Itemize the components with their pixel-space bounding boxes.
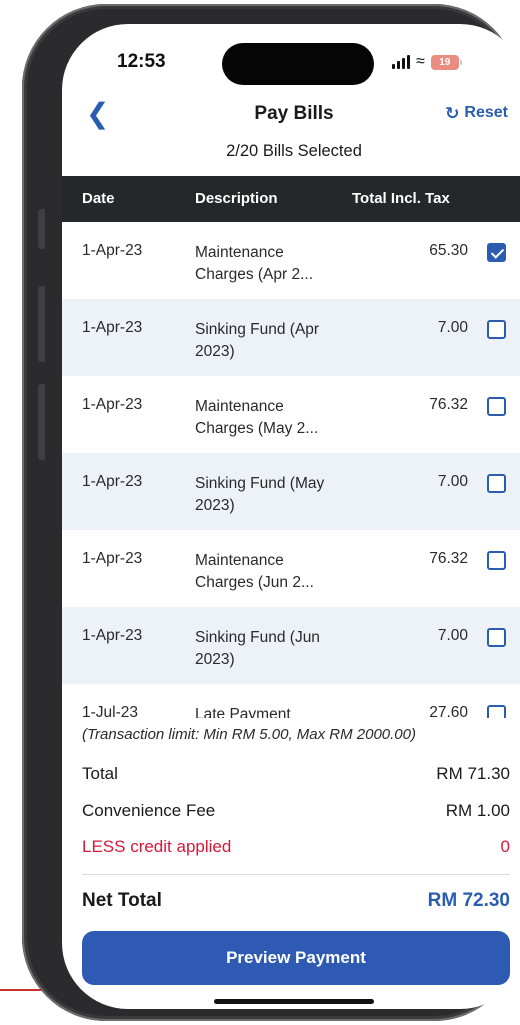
row-date: 1-Apr-23 xyxy=(82,627,143,644)
fee-value: RM 1.00 xyxy=(445,801,510,820)
column-header-total: Total Incl. Tax xyxy=(352,190,450,207)
row-description: Maintenance Charges (Apr 2... xyxy=(195,244,314,283)
net-total-label: Net Total xyxy=(82,890,162,911)
row-amount: 65.30 xyxy=(429,242,468,259)
total-label: Total xyxy=(82,764,118,783)
row-date: 1-Apr-23 xyxy=(82,319,143,336)
convenience-fee-row: Convenience Fee RM 1.00 xyxy=(82,801,510,821)
battery-level: 19 xyxy=(439,56,451,68)
row-amount: 76.32 xyxy=(429,396,468,413)
home-indicator[interactable] xyxy=(214,999,374,1004)
row-amount: 7.00 xyxy=(437,627,468,644)
status-time: 12:53 xyxy=(117,51,166,72)
row-description: Sinking Fund (Jun 2023) xyxy=(195,629,320,668)
net-total-row: Net Total RM 72.30 xyxy=(82,890,510,912)
table-row[interactable]: 1-Apr-23 Sinking Fund (Apr 2023) 7.00 xyxy=(62,299,520,376)
row-description: Maintenance Charges (May 2... xyxy=(195,398,319,437)
table-row[interactable]: 1-Apr-23 Sinking Fund (Jun 2023) 7.00 xyxy=(62,607,520,684)
table-row[interactable]: 1-Apr-23 Sinking Fund (May 2023) 7.00 xyxy=(62,453,520,530)
annotation-line xyxy=(0,989,42,991)
row-description: Late Payment xyxy=(195,706,291,718)
row-date: 1-Jul-23 xyxy=(82,704,138,718)
net-total-value: RM 72.30 xyxy=(427,890,510,911)
row-amount: 7.00 xyxy=(437,473,468,490)
row-description: Sinking Fund (Apr 2023) xyxy=(195,321,320,360)
credit-row: LESS credit applied 0 xyxy=(82,837,510,857)
row-checkbox[interactable] xyxy=(487,243,506,262)
preview-payment-button[interactable]: Preview Payment xyxy=(82,931,510,985)
wifi-icon: ≈ xyxy=(416,53,425,70)
transaction-limit-note: (Transaction limit: Min RM 5.00, Max RM … xyxy=(82,726,416,743)
reset-label: Reset xyxy=(464,104,508,121)
row-date: 1-Apr-23 xyxy=(82,473,143,490)
row-date: 1-Apr-23 xyxy=(82,242,143,259)
row-checkbox[interactable] xyxy=(487,320,506,339)
status-icons: ≈ 19 xyxy=(392,53,462,70)
table-row[interactable]: 1-Jul-23 Late Payment 27.60 xyxy=(62,684,520,718)
row-description: Maintenance Charges (Jun 2... xyxy=(195,552,314,591)
row-checkbox[interactable] xyxy=(487,705,506,718)
reset-button[interactable]: ↻ Reset xyxy=(445,104,508,122)
signal-icon xyxy=(392,55,410,69)
mute-switch xyxy=(38,209,45,249)
row-date: 1-Apr-23 xyxy=(82,550,143,567)
volume-down-button xyxy=(38,384,45,460)
phone-frame: 12:53 ≈ 19 ❮ Pay Bills ↻ Reset 2/20 Bill… xyxy=(22,4,520,1021)
row-amount: 7.00 xyxy=(437,319,468,336)
summary-divider xyxy=(82,874,510,875)
row-checkbox[interactable] xyxy=(487,551,506,570)
row-amount: 76.32 xyxy=(429,550,468,567)
total-value: RM 71.30 xyxy=(436,764,510,783)
app-screen: 12:53 ≈ 19 ❮ Pay Bills ↻ Reset 2/20 Bill… xyxy=(62,24,520,1009)
credit-value: 0 xyxy=(500,837,510,856)
refresh-icon: ↻ xyxy=(445,103,460,123)
table-header: Date Description Total Incl. Tax xyxy=(62,176,520,222)
credit-label: LESS credit applied xyxy=(82,837,232,856)
volume-up-button xyxy=(38,286,45,362)
table-row[interactable]: 1-Apr-23 Maintenance Charges (May 2... 7… xyxy=(62,376,520,453)
row-amount: 27.60 xyxy=(429,704,468,718)
column-header-date: Date xyxy=(82,190,115,207)
dynamic-island xyxy=(222,43,374,85)
total-row: Total RM 71.30 xyxy=(82,764,510,784)
table-row[interactable]: 1-Apr-23 Maintenance Charges (Jun 2... 7… xyxy=(62,530,520,607)
fee-label: Convenience Fee xyxy=(82,801,216,820)
bills-list[interactable]: 1-Apr-23 Maintenance Charges (Apr 2... 6… xyxy=(62,222,520,718)
selection-summary: 2/20 Bills Selected xyxy=(226,142,362,160)
row-date: 1-Apr-23 xyxy=(82,396,143,413)
row-checkbox[interactable] xyxy=(487,474,506,493)
column-header-description: Description xyxy=(195,190,278,207)
row-checkbox[interactable] xyxy=(487,628,506,647)
row-description: Sinking Fund (May 2023) xyxy=(195,475,325,514)
table-row[interactable]: 1-Apr-23 Maintenance Charges (Apr 2... 6… xyxy=(62,222,520,299)
row-checkbox[interactable] xyxy=(487,397,506,416)
battery-icon: 19 xyxy=(430,54,462,70)
